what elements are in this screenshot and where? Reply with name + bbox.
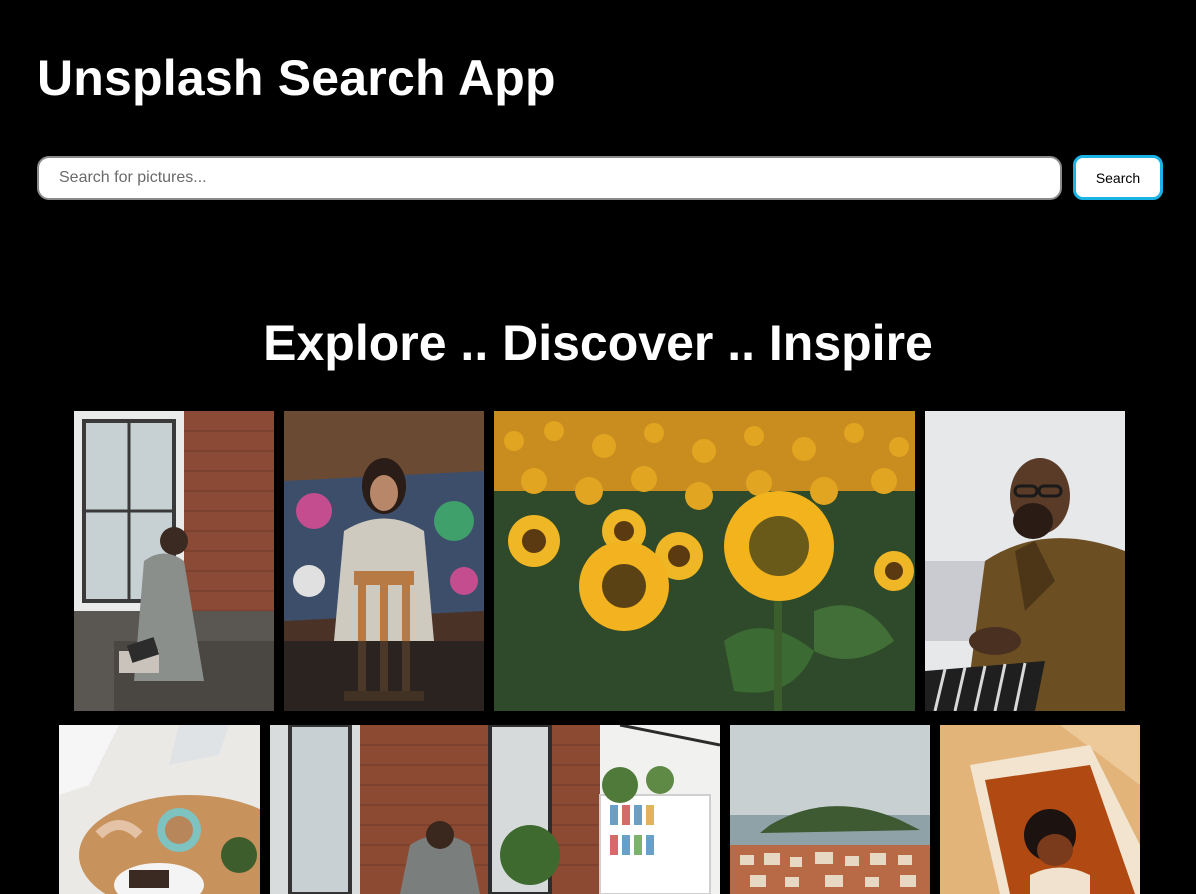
photo-coffee-and-cake[interactable] xyxy=(59,725,260,894)
photo-man-on-chair-graffiti[interactable] xyxy=(284,411,484,711)
photo-person-with-tablet[interactable] xyxy=(74,411,274,711)
photo-loft-with-plants[interactable] xyxy=(270,725,720,894)
photo-person-orange-print[interactable] xyxy=(940,725,1140,894)
search-input[interactable] xyxy=(37,156,1062,200)
gallery-heading: Explore .. Discover .. Inspire xyxy=(263,315,933,371)
photo-island-coastal-city[interactable] xyxy=(730,725,930,894)
photo-man-in-coat[interactable] xyxy=(925,411,1125,711)
search-button[interactable]: Search xyxy=(1073,155,1163,200)
app-title: Unsplash Search App xyxy=(37,50,556,106)
app-root: Unsplash Search App Search Explore .. Di… xyxy=(0,0,1196,894)
photo-sunflower-field[interactable] xyxy=(494,411,915,711)
